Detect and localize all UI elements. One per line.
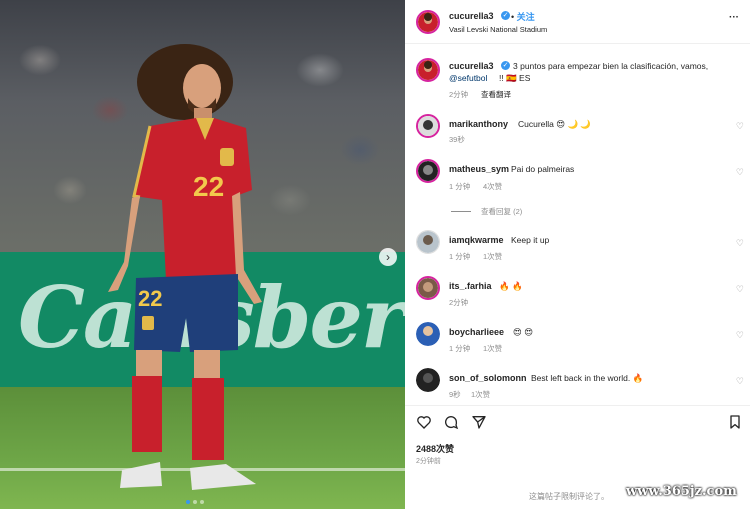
- follow-button[interactable]: • 关注: [511, 10, 535, 23]
- comment-likes[interactable]: 1次赞: [483, 251, 502, 262]
- caption-avatar[interactable]: [416, 58, 440, 82]
- comment-time: 1 分钟: [449, 182, 471, 191]
- comment-likes[interactable]: 4次赞: [483, 181, 502, 192]
- comment-time: 2分钟: [449, 298, 469, 307]
- svg-text:22: 22: [193, 171, 224, 202]
- comment-avatar[interactable]: [416, 322, 440, 346]
- more-options-icon[interactable]: ···: [729, 12, 739, 23]
- comment-item: iamqkwarme Keep it up 1 分钟 1次赞 ♡: [405, 228, 750, 264]
- likes-count[interactable]: 2488次赞: [416, 442, 454, 455]
- comment-avatar[interactable]: [416, 276, 440, 300]
- like-comment-icon[interactable]: ♡: [736, 376, 744, 387]
- comment-username[interactable]: marikanthony: [449, 119, 508, 129]
- post-header: cucurella3 ✓ • 关注 Vasil Levski National …: [405, 0, 750, 44]
- location-link[interactable]: Vasil Levski National Stadium: [449, 25, 547, 34]
- comment-item: its_.farhia 🔥 🔥 2分钟 ♡: [405, 274, 750, 310]
- post-photo[interactable]: Carlsberg 22 22 ›: [0, 0, 405, 509]
- carousel-dot-active: [186, 500, 190, 504]
- comment-time: 9秒: [449, 390, 461, 399]
- comment-text: Best left back in the world. 🔥: [531, 373, 644, 383]
- replies-divider: [451, 211, 471, 212]
- comment-avatar[interactable]: [416, 368, 440, 392]
- comment-item: boycharlieee 😍 😍 1 分钟 1次赞 ♡: [405, 320, 750, 356]
- comment-username[interactable]: iamqkwarme: [449, 235, 504, 245]
- comment-likes[interactable]: 1次赞: [471, 389, 490, 400]
- post-actions: [405, 405, 750, 435]
- carousel-dot: [193, 500, 197, 504]
- share-icon[interactable]: [471, 414, 487, 430]
- post-caption: cucurella3 ✓ 3 puntos para empezar bien …: [405, 56, 750, 102]
- like-comment-icon[interactable]: ♡: [736, 121, 744, 132]
- caption-username[interactable]: cucurella3: [449, 61, 494, 71]
- comment-likes[interactable]: 1次赞: [483, 343, 502, 354]
- comment-username[interactable]: its_.farhia: [449, 281, 492, 291]
- comment-time: 39秒: [449, 135, 465, 144]
- carousel-dot: [200, 500, 204, 504]
- jersey-number: 22 22: [138, 171, 224, 311]
- comment-username[interactable]: boycharlieee: [449, 327, 504, 337]
- watermark-text: www.365jz.com: [626, 484, 737, 499]
- carousel-dots: [186, 500, 204, 504]
- separator-dot: •: [511, 12, 515, 22]
- like-icon[interactable]: [416, 414, 432, 430]
- comment-text: Cucurella 😍 🌙 🌙: [518, 119, 592, 129]
- like-comment-icon[interactable]: ♡: [736, 238, 744, 249]
- comment-item: son_of_solomonn Best left back in the wo…: [405, 366, 750, 402]
- author-avatar[interactable]: [416, 10, 440, 34]
- comment-avatar[interactable]: [416, 159, 440, 183]
- save-icon[interactable]: [727, 414, 743, 430]
- view-replies-label: 查看回复 (2): [481, 207, 523, 216]
- comment-item: marikanthony Cucurella 😍 🌙 🌙 39秒 ♡: [405, 113, 750, 149]
- comments-limited-notice: 这篇帖子限制评论了。: [529, 492, 609, 501]
- svg-text:22: 22: [138, 286, 162, 311]
- comment-item: matheus_sym Pai do palmeiras 1 分钟 4次赞 ♡: [405, 157, 750, 197]
- comment-text: Keep it up: [511, 235, 550, 245]
- post-side-panel: cucurella3 ✓ • 关注 Vasil Levski National …: [405, 0, 750, 509]
- comment-time: 1 分钟: [449, 344, 471, 353]
- comment-avatar[interactable]: [416, 114, 440, 138]
- next-image-button[interactable]: ›: [379, 248, 397, 266]
- caption-mention[interactable]: @sefutbol: [449, 73, 487, 83]
- comment-text: Pai do palmeiras: [511, 164, 575, 174]
- posted-time: 2分钟前: [416, 458, 441, 465]
- like-comment-icon[interactable]: ♡: [736, 284, 744, 295]
- caption-text: 3 puntos para empezar bien la clasificac…: [513, 61, 709, 71]
- follow-label: 关注: [516, 12, 535, 22]
- caption-time: 2分钟: [449, 90, 469, 99]
- comment-avatar[interactable]: [416, 230, 440, 254]
- translate-link[interactable]: 查看翻译: [481, 89, 511, 100]
- like-comment-icon[interactable]: ♡: [736, 330, 744, 341]
- verified-icon: ✓: [501, 11, 510, 20]
- caption-suffix: !! 🇪🇸 ES: [499, 73, 531, 83]
- comment-icon[interactable]: [443, 414, 459, 430]
- comment-text: 😍 😍: [513, 327, 534, 337]
- comment-username[interactable]: son_of_solomonn: [449, 373, 527, 383]
- comment-username[interactable]: matheus_sym: [449, 164, 509, 174]
- view-replies[interactable]: 查看回复 (2): [405, 205, 750, 219]
- author-username[interactable]: cucurella3: [449, 11, 494, 21]
- like-comment-icon[interactable]: ♡: [736, 167, 744, 178]
- comment-time: 1 分钟: [449, 252, 471, 261]
- verified-icon: ✓: [501, 61, 510, 70]
- comment-text: 🔥 🔥: [499, 281, 523, 291]
